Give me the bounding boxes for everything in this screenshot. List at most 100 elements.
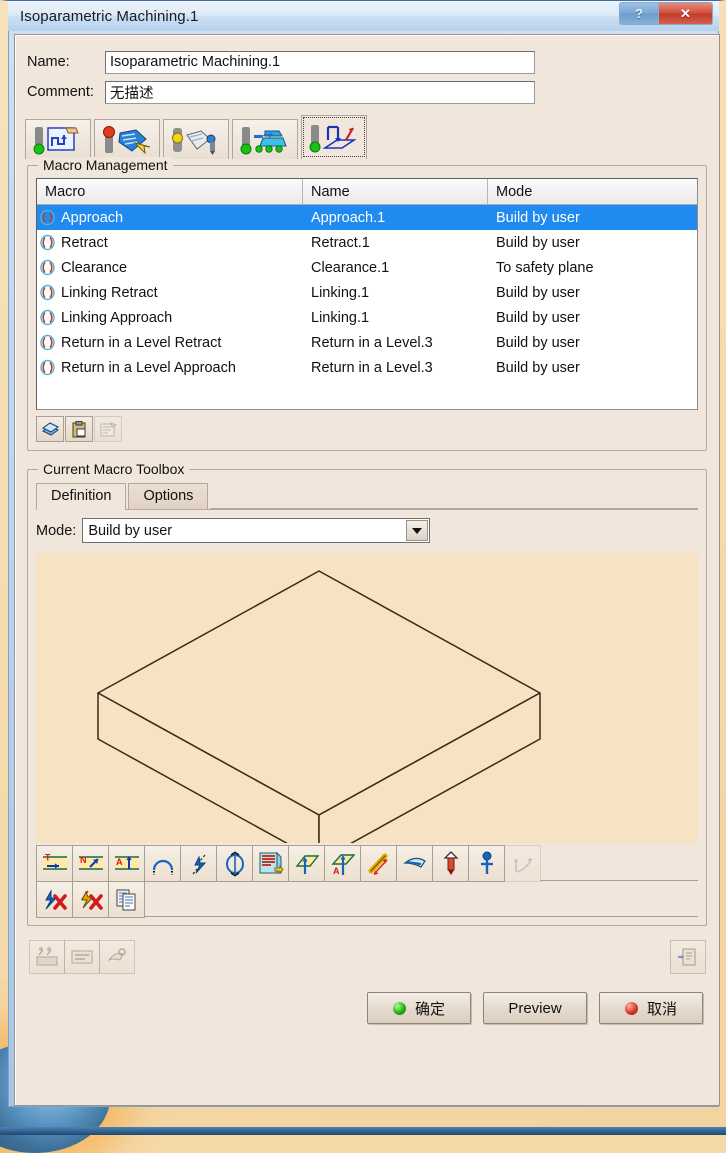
macro-name-text: Return in a Level Retract (61, 334, 222, 351)
add-axial-motion-to-plane-button[interactable]: A (324, 845, 361, 882)
macro-preview-viewport[interactable] (36, 553, 698, 843)
edit-macro-button[interactable] (94, 416, 122, 442)
cell-name: Retract.1 (311, 234, 370, 251)
table-row[interactable]: Return in a Level Retract Return in a Lev… (37, 330, 697, 355)
ok-button[interactable]: 确定 (367, 992, 471, 1024)
macro-table[interactable]: Macro Name Mode Approach Approach.1 Build … (36, 178, 698, 410)
dialog-buttons: 确定 Preview 取消 (31, 992, 703, 1024)
add-motion-to-a-plane-button[interactable] (288, 845, 325, 882)
column-header-name[interactable]: Name (303, 179, 488, 204)
cell-name: Linking.1 (311, 284, 370, 301)
name-label: Name: (27, 54, 70, 70)
delete-motion-icon (44, 888, 67, 910)
simulate-button[interactable] (64, 940, 100, 974)
table-row[interactable]: Return in a Level Approach Return in a Le… (37, 355, 697, 380)
cell-name: Return in a Level.3 (311, 359, 433, 376)
add-axial-motion-button[interactable]: A (108, 845, 145, 882)
column-header-mode[interactable]: Mode (488, 179, 697, 204)
add-tangent-motion-button[interactable]: T (36, 845, 73, 882)
table-row[interactable]: Linking Retract Linking.1 Build by user (37, 280, 697, 305)
ramp-arrow-icon (513, 857, 532, 873)
macro-item-icon (40, 309, 55, 326)
tab-options[interactable]: Options (128, 483, 209, 509)
copy-motions-button[interactable] (108, 881, 145, 918)
preview-button[interactable]: Preview (483, 992, 587, 1024)
add-pp-word-button[interactable] (252, 845, 289, 882)
add-motion-to-a-point-button[interactable] (396, 845, 433, 882)
svg-text:A: A (116, 857, 123, 867)
tangent-motion-icon: T (42, 852, 67, 870)
tab-strategy[interactable] (94, 119, 160, 159)
video-simulation-icon (107, 948, 126, 962)
add-motion-to-a-position-button[interactable] (468, 845, 505, 882)
name-row: Name: Isoparametric Machining.1 (27, 49, 707, 75)
dialog-titlebar[interactable]: Isoparametric Machining.1 ? ✕ (8, 1, 719, 31)
cell-macro: Retract (37, 234, 303, 251)
bottom-tool-row (29, 940, 706, 974)
tab-tool[interactable] (163, 119, 229, 159)
tab-geometry[interactable] (25, 119, 91, 159)
add-normal-motion-button[interactable]: N (72, 845, 109, 882)
motion-to-point-icon (402, 857, 426, 868)
cell-macro: Clearance (37, 259, 303, 276)
comment-row: Comment: 无描述 (27, 79, 707, 105)
cell-macro: Approach (37, 209, 303, 226)
copy-macro-button[interactable] (65, 416, 93, 442)
isoparametric-machining-dialog: Isoparametric Machining.1 ? ✕ Name: Isop… (0, 0, 726, 1114)
cell-mode: Build by user (496, 209, 580, 226)
table-row[interactable]: Approach Approach.1 Build by user (37, 205, 697, 230)
axial-up-to-plane-icon (442, 850, 459, 875)
add-motion-up-to-a-plane-button[interactable] (360, 845, 397, 882)
table-row[interactable]: Linking Approach Linking.1 Build by user (37, 305, 697, 330)
axial-motion-icon: A (114, 855, 139, 870)
macro-export-button[interactable] (670, 940, 706, 974)
desktop-taskbar (0, 1127, 726, 1135)
name-input[interactable]: Isoparametric Machining.1 (105, 50, 535, 74)
add-ramp-motion-button[interactable] (504, 845, 541, 882)
helix-motion-icon (225, 851, 244, 876)
remove-motion-button[interactable] (72, 881, 109, 918)
svg-text:A: A (333, 866, 340, 876)
clipboard-paste-icon (72, 420, 85, 437)
cancel-led-icon (624, 1001, 638, 1015)
close-button[interactable]: ✕ (659, 2, 713, 25)
mode-select[interactable]: Build by user (82, 518, 431, 543)
add-circular-motion-button[interactable] (144, 845, 181, 882)
macro-name-text: Linking Retract (61, 284, 158, 301)
add-helix-motion-button[interactable] (216, 845, 253, 882)
cell-macro: Linking Retract (37, 284, 303, 301)
ok-led-icon (392, 1001, 406, 1015)
macro-transitions-icon (309, 124, 357, 152)
tab-feeds-speeds[interactable] (232, 119, 298, 159)
add-ramping-motion-button[interactable] (180, 845, 217, 882)
ok-button-label: 确定 (414, 1000, 445, 1018)
cutting-tool-icon (172, 127, 216, 155)
identification-fields: Name: Isoparametric Machining.1 Comment:… (15, 35, 719, 105)
video-simulation-button[interactable] (99, 940, 135, 974)
tool-path-replay-button[interactable] (29, 940, 65, 974)
tab-macros[interactable] (301, 115, 367, 159)
normal-motion-icon: N (78, 855, 103, 870)
macro-item-icon (40, 234, 55, 251)
activate-macro-button[interactable] (36, 416, 64, 442)
table-row[interactable]: Retract Retract.1 Build by user (37, 230, 697, 255)
comment-input[interactable]: 无描述 (105, 80, 535, 104)
axial-motion-to-plane-icon: A (330, 853, 356, 876)
motion-along-line-icon (368, 853, 388, 875)
macro-table-header: Macro Name Mode (37, 179, 697, 205)
macro-name-text: Return in a Level Approach (61, 359, 236, 376)
export-macro-icon (678, 948, 696, 966)
copy-pages-icon (116, 889, 135, 910)
table-row[interactable]: Clearance Clearance.1 To safety plane (37, 255, 697, 280)
chevron-down-icon[interactable] (406, 520, 429, 541)
add-axial-motion-up-to-plane-button[interactable] (432, 845, 469, 882)
macro-motion-toolbar: T N A A (36, 845, 698, 918)
macro-item-icon (40, 209, 55, 226)
cell-name: Clearance.1 (311, 259, 390, 276)
dialog-title: Isoparametric Machining.1 (20, 7, 199, 25)
help-button[interactable]: ? (619, 2, 659, 25)
remove-all-motions-button[interactable] (36, 881, 73, 918)
tab-definition[interactable]: Definition (36, 483, 127, 510)
column-header-macro[interactable]: Macro (37, 179, 303, 204)
cancel-button[interactable]: 取消 (599, 992, 703, 1024)
